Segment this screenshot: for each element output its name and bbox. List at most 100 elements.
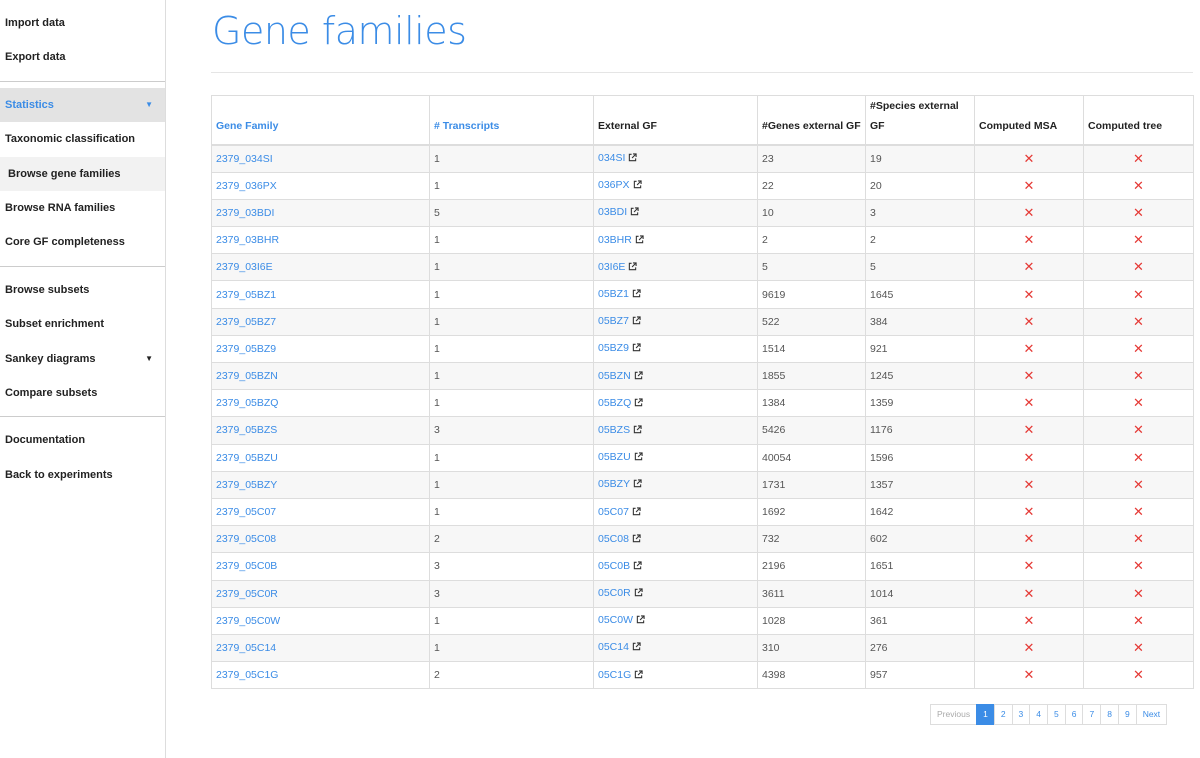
computed-tree-cell: ✕ (1083, 171, 1194, 200)
nav-compare-subsets[interactable]: Compare subsets (0, 376, 165, 410)
gene-family-link[interactable]: 2379_05BZ7 (216, 316, 276, 328)
pagination-previous[interactable]: Previous (930, 704, 978, 725)
sidebar: Import data Export data Statistics ▼ Taxonom… (0, 0, 166, 758)
external-gf-link[interactable]: 03BDI (598, 206, 627, 218)
gene-family-link[interactable]: 2379_03BDI (216, 207, 274, 219)
gene-family-link[interactable]: 2379_05C1G (216, 669, 278, 681)
table-row: 2379_05BZ9 1 05BZ9 1514 921 ✕ ✕ (211, 334, 1194, 364)
external-gf-link[interactable]: 05BZQ (598, 397, 631, 409)
external-gf-link[interactable]: 05C0B (598, 560, 630, 572)
gene-family-cell: 2379_034SI (211, 144, 430, 173)
external-gf-cell: 03I6E (593, 253, 758, 282)
gene-family-link[interactable]: 2379_03I6E (216, 261, 273, 273)
external-gf-link[interactable]: 05C07 (598, 506, 629, 518)
external-gf-cell: 05C0B (593, 552, 758, 581)
genes-external-cell: 3611 (757, 579, 866, 608)
gene-family-cell: 2379_05C14 (211, 633, 430, 663)
external-gf-cell: 05BZU (593, 443, 758, 472)
nav-back-to-experiments[interactable]: Back to experiments (0, 458, 165, 492)
computed-tree-cell: ✕ (1083, 389, 1194, 418)
transcripts-cell: 1 (429, 443, 594, 472)
pagination-page[interactable]: 7 (1082, 704, 1102, 725)
external-gf-link[interactable]: 03I6E (598, 261, 625, 273)
external-gf-link[interactable]: 05BZU (598, 451, 631, 463)
external-gf-link[interactable]: 05BZ9 (598, 342, 629, 354)
external-gf-link[interactable]: 036PX (598, 179, 630, 191)
nav-browse-subsets[interactable]: Browse subsets (0, 273, 165, 307)
gene-family-link[interactable]: 2379_05C14 (216, 642, 276, 654)
pagination-page[interactable]: 4 (1029, 704, 1049, 725)
pagination-page[interactable]: 6 (1064, 704, 1084, 725)
genes-external-cell: 5 (757, 253, 866, 282)
external-gf-link[interactable]: 05C0R (598, 587, 631, 599)
species-external-cell: 276 (865, 633, 975, 663)
gene-family-link[interactable]: 2379_05C0W (216, 615, 280, 627)
gene-family-link[interactable]: 2379_05BZN (216, 370, 278, 382)
table-row: 2379_05C1G 2 05C1G 4398 957 ✕ ✕ (211, 661, 1194, 690)
computed-msa-cell: ✕ (974, 552, 1084, 581)
nav-documentation[interactable]: Documentation (0, 423, 165, 457)
nav-browse-rna-families[interactable]: Browse RNA families (0, 191, 165, 225)
pagination-page[interactable]: 5 (1047, 704, 1066, 725)
caret-down-icon: ▼ (145, 353, 153, 363)
external-gf-link[interactable]: 05BZ7 (598, 315, 629, 327)
computed-tree-cell: ✕ (1083, 443, 1194, 472)
nav-core-gf-completeness[interactable]: Core GF completeness (0, 225, 165, 259)
computed-msa-cell: ✕ (974, 470, 1084, 499)
red-x-icon: ✕ (1133, 177, 1144, 193)
gene-family-link[interactable]: 2379_05C07 (216, 506, 276, 518)
table-row: 2379_03I6E 1 03I6E 5 5 ✕ ✕ (211, 253, 1194, 282)
species-external-cell: 602 (865, 525, 975, 554)
table-row: 2379_05C0B 3 05C0B 2196 1651 ✕ ✕ (211, 552, 1194, 581)
pagination-page[interactable]: 9 (1117, 704, 1137, 725)
gene-family-cell: 2379_05BZS (211, 416, 430, 445)
gene-family-link[interactable]: 2379_05BZU (216, 452, 278, 464)
external-gf-link[interactable]: 05C1G (598, 669, 631, 681)
pagination-page[interactable]: 1 (976, 704, 995, 725)
nav-statistics[interactable]: Statistics ▼ (0, 87, 165, 123)
gene-family-link[interactable]: 2379_036PX (216, 180, 277, 192)
nav-export-data[interactable]: Export data (0, 40, 165, 74)
external-gf-link[interactable]: 05C14 (598, 641, 629, 653)
external-gf-link[interactable]: 03BHR (598, 234, 632, 246)
species-external-cell: 957 (865, 661, 975, 690)
column-header[interactable]: # Transcripts (429, 95, 594, 146)
red-x-icon: ✕ (1133, 558, 1144, 574)
pagination-page[interactable]: 2 (993, 704, 1013, 725)
external-gf-link[interactable]: 034SI (598, 152, 625, 164)
table-row: 2379_05C14 1 05C14 310 276 ✕ ✕ (211, 633, 1194, 663)
nav-item-label: Browse subsets (5, 283, 90, 296)
external-gf-link[interactable]: 05BZ1 (598, 288, 629, 300)
gene-family-link[interactable]: 2379_03BHR (216, 234, 279, 246)
species-external-cell: 19 (865, 144, 975, 173)
gene-family-cell: 2379_05BZN (211, 361, 430, 391)
external-link-icon (633, 479, 642, 491)
column-header[interactable]: Gene Family (211, 95, 430, 146)
gene-family-link[interactable]: 2379_05C08 (216, 533, 276, 545)
gene-family-link[interactable]: 2379_034SI (216, 153, 273, 165)
nav-subset-enrichment[interactable]: Subset enrichment (0, 307, 165, 341)
nav-import-data[interactable]: Import data (0, 6, 165, 40)
gene-family-link[interactable]: 2379_05C0B (216, 560, 277, 572)
nav-browse-gene-families[interactable]: Browse gene families (0, 156, 165, 191)
nav-sankey-diagrams[interactable]: Sankey diagrams ▼ (0, 342, 165, 376)
transcripts-cell: 1 (429, 497, 594, 527)
external-gf-link[interactable]: 05BZY (598, 478, 630, 490)
external-gf-link[interactable]: 05BZN (598, 370, 631, 382)
gene-family-link[interactable]: 2379_05BZ1 (216, 289, 276, 301)
pagination-page[interactable]: 8 (1100, 704, 1119, 725)
gene-family-link[interactable]: 2379_05C0R (216, 588, 278, 600)
gene-family-link[interactable]: 2379_05BZY (216, 479, 277, 491)
external-gf-cell: 03BDI (593, 198, 758, 228)
gene-family-link[interactable]: 2379_05BZ9 (216, 343, 276, 355)
gene-family-link[interactable]: 2379_05BZS (216, 424, 277, 436)
external-gf-link[interactable]: 05BZS (598, 424, 630, 436)
pagination-page[interactable]: 3 (1011, 704, 1031, 725)
computed-msa-cell: ✕ (974, 253, 1084, 282)
red-x-icon: ✕ (1133, 232, 1144, 248)
pagination-next[interactable]: Next (1135, 704, 1168, 725)
external-gf-link[interactable]: 05C08 (598, 533, 629, 545)
nav-taxonomic-classification[interactable]: Taxonomic classification (0, 122, 165, 156)
gene-family-link[interactable]: 2379_05BZQ (216, 397, 278, 409)
external-gf-link[interactable]: 05C0W (598, 614, 633, 626)
